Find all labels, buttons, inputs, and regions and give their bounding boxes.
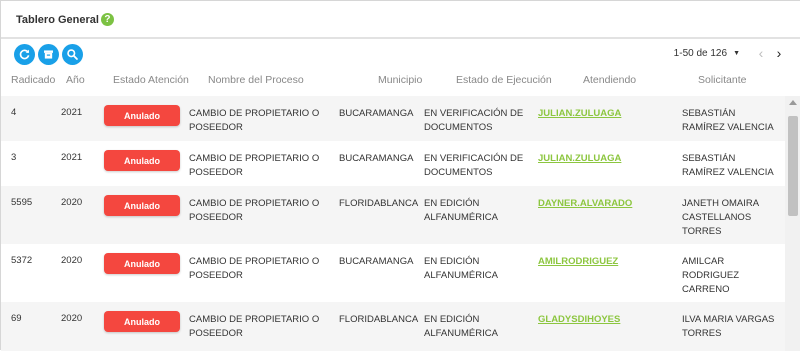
cell-radicado: 5372 — [11, 255, 33, 266]
cell-solicitante: Amilcar — [682, 256, 725, 267]
cell-solicitante: Janeth Omaira — [682, 198, 760, 209]
cell-proceso: Cambio de propietario o — [189, 108, 320, 119]
cell-ejecucion-line2: alfanumérica — [424, 212, 498, 223]
cell-solicitante-line2: Ramírez Valencia — [682, 122, 774, 133]
cell-solicitante-line2: Ramírez Valencia — [682, 167, 774, 178]
cell-municipio: Bucaramanga — [339, 153, 414, 164]
table-row[interactable]: 5595 2020 Anulado Cambio de propietario … — [1, 186, 785, 244]
cell-municipio: Bucaramanga — [339, 108, 414, 119]
column-header-nombre-proceso[interactable]: Nombre del Proceso — [208, 74, 304, 86]
archive-icon — [44, 50, 53, 59]
table-row[interactable]: 4 2021 Anulado Cambio de propietario o p… — [1, 96, 785, 141]
refresh-icon — [19, 49, 30, 60]
page-title: Tablero General ? — [16, 13, 114, 26]
pagination-range[interactable]: 1-50 de 126 — [674, 48, 727, 59]
table-row[interactable]: 3 2021 Anulado Cambio de propietario o p… — [1, 141, 785, 186]
cell-solicitante-line2: Castellanos — [682, 212, 752, 223]
cell-ejecucion-line2: alfanumérica — [424, 328, 498, 339]
cell-ejecucion-line2: alfanumérica — [424, 270, 498, 281]
column-header-solicitante[interactable]: Solicitante — [698, 74, 746, 86]
data-table: 4 2021 Anulado Cambio de propietario o p… — [1, 96, 785, 351]
cell-anio: 2021 — [61, 152, 83, 163]
column-header-estado-ejecucion[interactable]: Estado de Ejecución — [456, 74, 552, 86]
cell-radicado: 5595 — [11, 197, 33, 208]
toolbar — [14, 44, 83, 65]
cell-solicitante: Ilva Maria Vargas — [682, 314, 775, 325]
status-badge[interactable]: Anulado — [104, 105, 180, 126]
cell-proceso-line2: poseedor — [189, 122, 243, 133]
chevron-down-icon[interactable]: ▼ — [733, 50, 740, 57]
column-header-estado-atencion[interactable]: Estado Atención — [113, 74, 189, 86]
cell-proceso-line2: poseedor — [189, 328, 243, 339]
cell-ejecucion: En verificación de — [424, 108, 524, 119]
cell-ejecucion-line2: documentos — [424, 167, 493, 178]
cell-ejecucion-line2: documentos — [424, 122, 493, 133]
cell-solicitante: Sebastián — [682, 108, 736, 119]
cell-proceso: Cambio de propietario o — [189, 256, 320, 267]
search-icon — [67, 49, 78, 60]
archive-button[interactable] — [38, 44, 59, 65]
vertical-scrollbar[interactable] — [785, 96, 800, 351]
pagination: 1-50 de 126 ▼ ‹ › — [674, 45, 786, 61]
column-header-anio[interactable]: Año — [66, 74, 85, 86]
status-badge[interactable]: Anulado — [104, 311, 180, 332]
cell-solicitante: Sebastián — [682, 153, 736, 164]
cell-municipio: Bucaramanga — [339, 256, 414, 267]
scroll-up-icon[interactable] — [789, 100, 797, 105]
panel-header: Tablero General ? — [1, 1, 800, 39]
cell-proceso-line2: poseedor — [189, 212, 243, 223]
column-header-radicado[interactable]: Radicado — [11, 74, 55, 86]
cell-solicitante-line3: Torres — [682, 226, 722, 237]
cell-proceso-line2: poseedor — [189, 167, 243, 178]
assignee-link[interactable]: GLADYSDIHOYES — [538, 313, 620, 327]
cell-proceso-line2: poseedor — [189, 270, 243, 281]
column-header-atendiendo[interactable]: Atendiendo — [583, 74, 636, 86]
cell-anio: 2020 — [61, 255, 83, 266]
table-row[interactable]: 69 2020 Anulado Cambio de propietario o … — [1, 302, 785, 351]
assignee-link[interactable]: AMILRODRIGUEZ — [538, 255, 618, 269]
cell-solicitante-line3: Carreno — [682, 284, 730, 295]
dashboard-panel: Tablero General ? 1-50 de 126 ▼ ‹ › Radi… — [0, 0, 800, 351]
cell-anio: 2021 — [61, 107, 83, 118]
cell-proceso: Cambio de propietario o — [189, 153, 320, 164]
assignee-link[interactable]: JULIAN.ZULUAGA — [538, 152, 621, 166]
cell-radicado: 69 — [11, 313, 22, 324]
scroll-thumb[interactable] — [788, 116, 798, 216]
cell-solicitante-line2: Torres — [682, 328, 722, 339]
search-button[interactable] — [62, 44, 83, 65]
previous-page-button[interactable]: ‹ — [754, 45, 768, 61]
page-title-text: Tablero General — [16, 13, 99, 26]
status-badge[interactable]: Anulado — [104, 195, 180, 216]
cell-anio: 2020 — [61, 197, 83, 208]
cell-ejecucion: En edición — [424, 314, 480, 325]
cell-proceso: Cambio de propietario o — [189, 314, 320, 325]
help-circle-icon[interactable]: ? — [100, 13, 114, 26]
status-badge[interactable]: Anulado — [104, 150, 180, 171]
cell-ejecucion: En edición — [424, 256, 480, 267]
cell-radicado: 4 — [11, 107, 17, 118]
status-badge[interactable]: Anulado — [104, 253, 180, 274]
cell-solicitante-line2: Rodriguez — [682, 270, 739, 281]
cell-radicado: 3 — [11, 152, 17, 163]
table-row[interactable]: 5372 2020 Anulado Cambio de propietario … — [1, 244, 785, 302]
column-header-municipio[interactable]: Municipio — [378, 74, 422, 86]
cell-municipio: Floridablanca — [339, 198, 419, 209]
next-page-button[interactable]: › — [772, 45, 786, 61]
cell-ejecucion: En edición — [424, 198, 480, 209]
assignee-link[interactable]: JULIAN.ZULUAGA — [538, 107, 621, 121]
assignee-link[interactable]: DAYNER.ALVARADO — [538, 197, 632, 211]
cell-anio: 2020 — [61, 313, 83, 324]
cell-municipio: Floridablanca — [339, 314, 419, 325]
cell-proceso: Cambio de propietario o — [189, 198, 320, 209]
refresh-button[interactable] — [14, 44, 35, 65]
cell-ejecucion: En verificación de — [424, 153, 524, 164]
